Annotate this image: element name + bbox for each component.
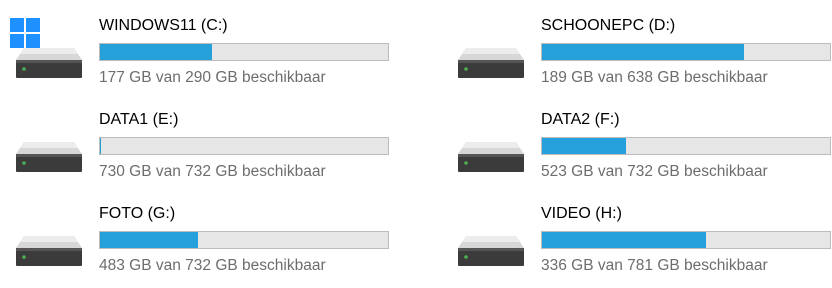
drive-free-space: 483 GB van 732 GB beschikbaar [99, 257, 326, 274]
drive-label: DATA1 (E:) [99, 111, 179, 128]
usage-bar-fill [100, 138, 101, 154]
hard-drive-icon [458, 48, 524, 78]
usage-bar [541, 231, 831, 249]
drive-free-space: 189 GB van 638 GB beschikbaar [541, 69, 768, 86]
drive-free-space: 336 GB van 781 GB beschikbaar [541, 257, 768, 274]
drive-label: VIDEO (H:) [541, 205, 622, 222]
hard-drive-icon [16, 236, 82, 266]
drive-icon [8, 110, 88, 174]
usage-bar-fill [542, 44, 744, 60]
drive-label: DATA2 (F:) [541, 111, 620, 128]
drive-tile[interactable]: VIDEO (H:) 336 GB van 781 GB beschikbaar [442, 198, 832, 288]
drive-icon [450, 110, 530, 174]
drive-icon [8, 204, 88, 268]
usage-bar [541, 43, 831, 61]
drive-label: WINDOWS11 (C:) [99, 17, 228, 34]
drive-tile[interactable]: FOTO (G:) 483 GB van 732 GB beschikbaar [0, 198, 430, 288]
drive-free-space: 523 GB van 732 GB beschikbaar [541, 163, 768, 180]
usage-bar-fill [100, 232, 198, 248]
drive-label: FOTO (G:) [99, 205, 176, 222]
usage-bar [99, 231, 389, 249]
drive-label: SCHOONEPC (D:) [541, 17, 676, 34]
hard-drive-icon [16, 48, 82, 78]
usage-bar [99, 43, 389, 61]
drive-icon [450, 204, 530, 268]
drive-free-space: 730 GB van 732 GB beschikbaar [99, 163, 326, 180]
hard-drive-icon [458, 236, 524, 266]
usage-bar [541, 137, 831, 155]
windows-logo-icon [10, 18, 40, 48]
usage-bar-fill [100, 44, 213, 60]
drive-tile[interactable]: SCHOONEPC (D:) 189 GB van 638 GB beschik… [442, 10, 832, 100]
hard-drive-icon [16, 142, 82, 172]
drive-free-space: 177 GB van 290 GB beschikbaar [99, 69, 326, 86]
drives-grid: WINDOWS11 (C:) 177 GB van 290 GB beschik… [0, 0, 832, 285]
drive-icon [450, 16, 530, 80]
drive-tile[interactable]: DATA2 (F:) 523 GB van 732 GB beschikbaar [442, 104, 832, 194]
drive-icon [8, 16, 88, 80]
usage-bar [99, 137, 389, 155]
usage-bar-fill [542, 138, 626, 154]
usage-bar-fill [542, 232, 707, 248]
drive-tile[interactable]: WINDOWS11 (C:) 177 GB van 290 GB beschik… [0, 10, 430, 100]
hard-drive-icon [458, 142, 524, 172]
drive-tile[interactable]: DATA1 (E:) 730 GB van 732 GB beschikbaar [0, 104, 430, 194]
